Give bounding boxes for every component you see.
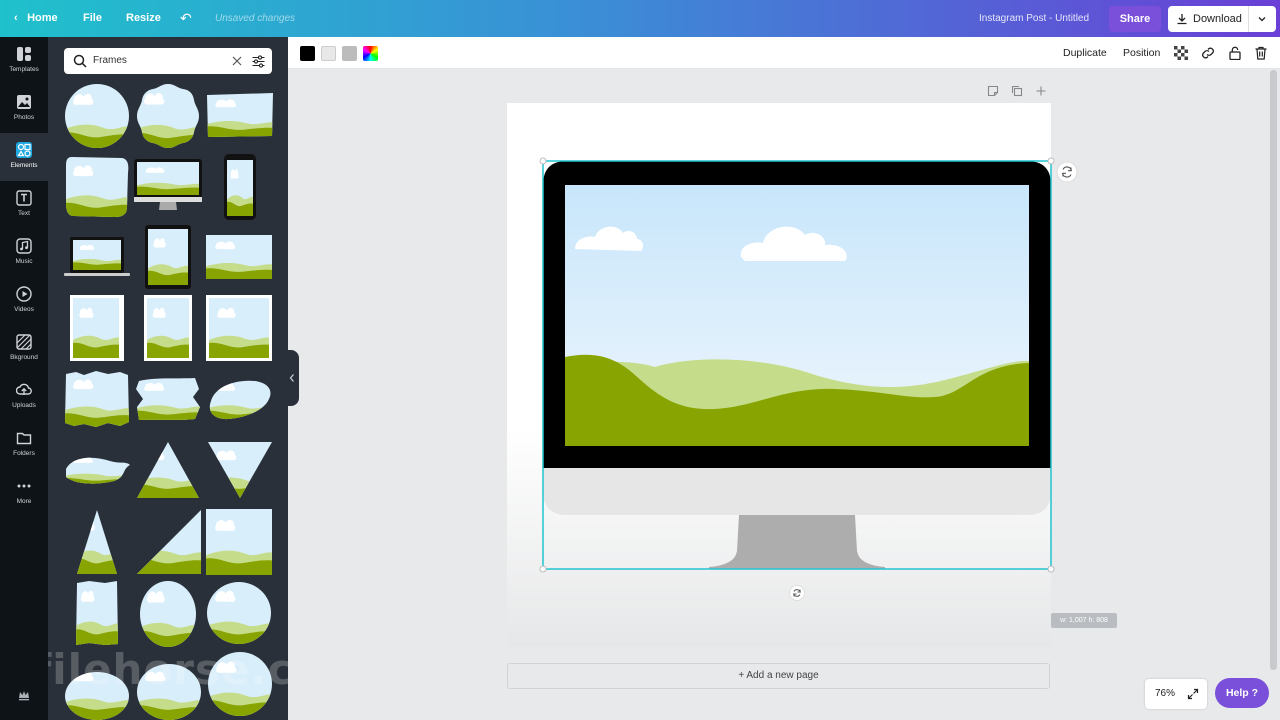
videos-icon [16, 286, 32, 302]
color-swatch-light-gray[interactable] [321, 46, 336, 61]
dimensions-readout: w: 1,007 h: 808 [1051, 613, 1117, 628]
editor-toolbar: Duplicate Position [288, 37, 1280, 69]
frame-rough-tall[interactable] [75, 580, 119, 646]
rail-item-background[interactable]: Bkground [0, 325, 48, 373]
duplicate-button[interactable]: Duplicate [1063, 37, 1107, 69]
frame-torn-edges[interactable] [64, 370, 130, 428]
frame-laptop[interactable] [64, 237, 130, 277]
resize-button[interactable]: Resize [126, 0, 161, 37]
frame-circle[interactable] [64, 83, 130, 149]
color-picker-icon[interactable] [363, 46, 378, 61]
uploads-icon [16, 383, 32, 395]
close-icon[interactable] [232, 56, 242, 66]
folders-icon [16, 432, 32, 445]
crown-icon[interactable] [18, 689, 30, 701]
transparency-icon[interactable] [1174, 46, 1188, 60]
frame-brush-stroke[interactable] [135, 375, 201, 423]
templates-icon [17, 47, 31, 61]
rotate-icon[interactable] [789, 585, 805, 601]
frame-desktop-monitor[interactable] [134, 159, 202, 215]
frame-triangle[interactable] [136, 441, 200, 499]
background-icon [16, 334, 32, 350]
frame-splash[interactable] [62, 451, 132, 487]
elements-icon [16, 142, 32, 158]
frame-polaroid-tall[interactable] [144, 295, 192, 361]
frame-scalloped[interactable] [135, 82, 201, 150]
frame-tablet[interactable] [145, 225, 191, 289]
add-note-icon[interactable] [987, 85, 999, 97]
frame-right-triangle[interactable] [136, 509, 202, 575]
rail-item-elements[interactable]: Elements [0, 133, 48, 181]
add-page-icon[interactable] [1035, 85, 1047, 97]
frame-torn-landscape[interactable] [206, 92, 274, 138]
frame-brush-blob[interactable] [205, 375, 273, 423]
top-bar: ‹ Home File Resize ↶ Unsaved changes Ins… [0, 0, 1280, 37]
search-icon [73, 54, 87, 68]
music-icon [16, 238, 32, 254]
search-bar: Frames [64, 48, 272, 74]
document-title[interactable]: Instagram Post - Untitled [979, 0, 1089, 37]
home-button[interactable]: ‹ Home [14, 0, 58, 37]
rail-item-more[interactable]: More [0, 469, 48, 517]
rail-item-uploads[interactable]: Uploads [0, 373, 48, 421]
watermark-logo: filehorse.com [48, 645, 288, 694]
position-button[interactable]: Position [1123, 37, 1160, 69]
desktop-monitor-frame[interactable] [539, 157, 1055, 573]
search-input[interactable]: Frames [93, 48, 127, 74]
question-icon: ? [1251, 687, 1259, 699]
rail-item-templates[interactable]: Templates [0, 37, 48, 85]
zoom-level: 76% [1155, 688, 1176, 699]
download-label: Download [1193, 13, 1242, 25]
rail-item-text[interactable]: Text [0, 181, 48, 229]
color-swatch-gray[interactable] [342, 46, 357, 61]
lock-icon[interactable] [1228, 46, 1242, 60]
rail-item-photos[interactable]: Photos [0, 85, 48, 133]
link-icon[interactable] [1201, 46, 1215, 60]
zoom-control[interactable]: 76% [1145, 679, 1207, 709]
chevron-left-icon: ‹ [14, 12, 18, 24]
chevron-left-icon [289, 374, 294, 382]
frame-square[interactable] [206, 509, 272, 575]
frame-image-placeholder [565, 185, 1029, 446]
frame-tall-triangle[interactable] [76, 509, 118, 575]
download-button[interactable]: Download [1168, 6, 1276, 32]
chevron-down-icon[interactable] [1257, 14, 1267, 24]
fullscreen-icon[interactable] [1187, 688, 1199, 700]
save-status: Unsaved changes [215, 13, 296, 24]
share-button[interactable]: Share [1109, 6, 1161, 32]
frame-circle-wide[interactable] [206, 580, 272, 646]
rail-item-music[interactable]: Music [0, 229, 48, 277]
trash-icon[interactable] [1254, 46, 1268, 60]
help-button[interactable]: Help ? [1215, 678, 1269, 708]
vertical-scrollbar[interactable] [1270, 70, 1277, 670]
text-icon [16, 190, 32, 206]
help-label: Help [1225, 687, 1249, 699]
panel-collapse-handle[interactable] [286, 350, 299, 406]
color-swatch-black[interactable] [300, 46, 315, 61]
frame-phone[interactable] [224, 154, 256, 220]
frame-oval[interactable] [139, 580, 197, 648]
frame-book[interactable] [70, 295, 124, 361]
frame-polaroid-square[interactable] [206, 295, 272, 361]
replace-frame-icon[interactable] [1056, 161, 1078, 183]
download-icon [1177, 14, 1187, 25]
add-page-button[interactable]: + Add a new page [507, 663, 1050, 689]
filter-icon[interactable] [252, 55, 265, 68]
undo-icon[interactable]: ↶ [180, 0, 192, 37]
frame-triangle-inverted[interactable] [207, 441, 273, 499]
elements-panel: Frames ilehorse.c [48, 37, 288, 720]
rail-item-videos[interactable]: Videos [0, 277, 48, 325]
more-icon [17, 484, 31, 488]
frame-torn-wide[interactable] [206, 234, 272, 280]
file-menu[interactable]: File [83, 0, 102, 37]
frame-rounded-square[interactable] [64, 155, 130, 219]
rail-item-folders[interactable]: Folders [0, 421, 48, 469]
duplicate-page-icon[interactable] [1011, 85, 1023, 97]
photos-icon [17, 95, 31, 109]
left-rail: Templates Photos Elements Text Music Vid… [0, 37, 48, 720]
